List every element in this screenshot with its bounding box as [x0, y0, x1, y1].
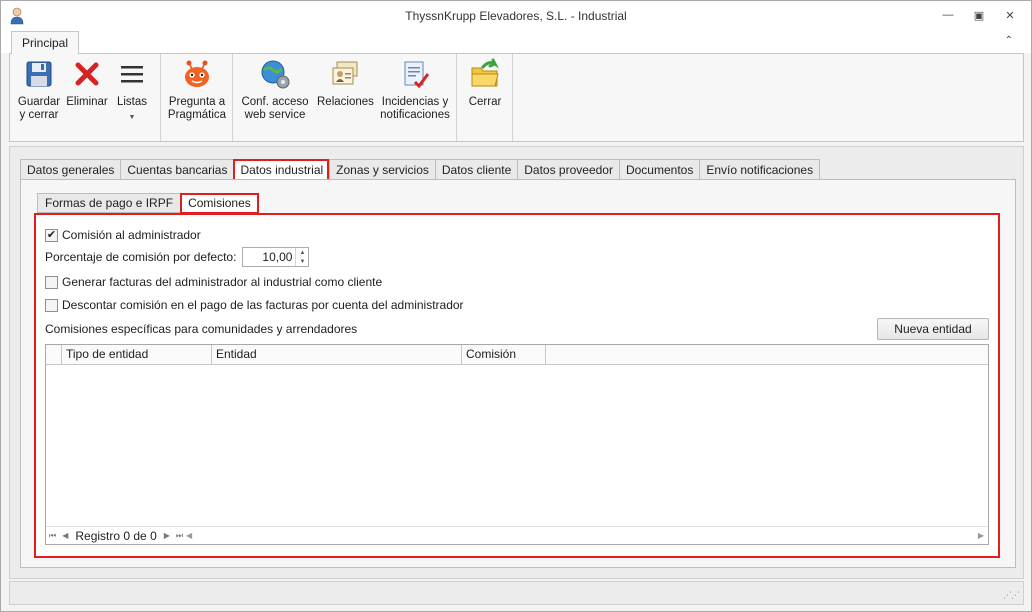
tab-datos-industrial[interactable]: Datos industrial [233, 159, 330, 181]
comision-admin-checkbox[interactable]: ✔ [45, 228, 58, 242]
app-window: ThyssnKrupp Elevadores, S.L. - Industria… [0, 0, 1032, 612]
conf-label: Conf. acceso web service [241, 96, 309, 121]
tab-zonas-servicios[interactable]: Zonas y servicios [329, 159, 435, 180]
descontar-comision-label: Descontar comisión en el pago de las fac… [62, 298, 464, 312]
comisiones-grid[interactable]: Tipo de entidad Entidad Comisión ⏮ ◀ Reg… [45, 344, 989, 545]
close-icon: ✕ [1005, 9, 1015, 22]
porcentaje-spinner[interactable]: 10,00 ▲ ▼ [242, 247, 310, 267]
porcentaje-value[interactable]: 10,00 [243, 248, 295, 266]
tab-datos-generales[interactable]: Datos generales [20, 159, 121, 180]
first-record-icon[interactable]: ⏮ [49, 531, 56, 541]
contact-cards-icon [329, 58, 361, 90]
scroll-left-icon[interactable]: ◀ [186, 531, 192, 540]
minimize-button[interactable]: — [937, 7, 959, 23]
eliminar-button[interactable]: Eliminar [66, 58, 108, 109]
tab-envio-notificaciones[interactable]: Envío notificaciones [699, 159, 821, 180]
chevron-down-icon: ▼ [128, 114, 136, 121]
folder-arrow-icon [469, 58, 501, 90]
title-bar: ThyssnKrupp Elevadores, S.L. - Industria… [1, 1, 1031, 31]
ribbon: Guardar y cerrar Eliminar Listas ▼ Pregu… [9, 53, 1024, 142]
ribbon-tab-principal[interactable]: Principal [11, 31, 80, 54]
status-bar: ⋰⋰ [9, 581, 1024, 605]
col-tipo-entidad[interactable]: Tipo de entidad [62, 345, 212, 364]
especificas-row: Comisiones específicas para comunidades … [45, 322, 357, 336]
pregunta-pragmatica-button[interactable]: Pregunta a Pragmática [167, 58, 227, 122]
generar-facturas-label: Generar facturas del administrador al in… [62, 275, 383, 289]
tab-datos-cliente[interactable]: Datos cliente [434, 159, 518, 180]
ribbon-group-edit: Guardar y cerrar Eliminar Listas ▼ [10, 54, 161, 141]
restore-icon: ▣ [973, 9, 985, 22]
nueva-entidad-button[interactable]: Nueva entidad [877, 318, 989, 340]
close-button[interactable]: ✕ [999, 7, 1021, 23]
scroll-right-icon[interactable]: ▶ [978, 531, 984, 540]
incidencias-button[interactable]: Incidencias y notificaciones [379, 58, 451, 122]
tab-cuentas-bancarias[interactable]: Cuentas bancarias [120, 159, 234, 180]
subtab-comisiones[interactable]: Comisiones [180, 193, 259, 214]
checkmark-icon: ✔ [46, 228, 57, 241]
ribbon-collapse-icon[interactable]: ⌃ [1005, 35, 1013, 46]
delete-x-icon [71, 58, 103, 90]
ribbon-group-close: Cerrar [457, 54, 513, 141]
eliminar-label: Eliminar [66, 96, 108, 108]
last-record-icon[interactable]: ⏭ [176, 531, 183, 541]
porcentaje-row: Porcentaje de comisión por defecto: 10,0… [45, 247, 310, 267]
ribbon-tab-bar: Principal ⌃ [1, 31, 1031, 54]
ribbon-group-config: Conf. acceso web service Relaciones Inci… [233, 54, 457, 141]
comision-admin-row[interactable]: ✔ Comisión al administrador [45, 228, 201, 242]
conf-web-service-button[interactable]: Conf. acceso web service [241, 58, 309, 122]
porcentaje-label: Porcentaje de comisión por defecto: [45, 250, 237, 264]
guardar-label: Guardar y cerrar [17, 96, 61, 121]
globe-gear-icon [259, 58, 291, 90]
descontar-comision-row[interactable]: Descontar comisión en el pago de las fac… [45, 298, 464, 312]
incidencias-label: Incidencias y notificaciones [380, 96, 450, 121]
horizontal-scrollbar[interactable]: ◀ ▶ [186, 530, 984, 541]
pregunta-label: Pregunta a Pragmática [167, 96, 227, 121]
main-tabs: Datos generales Cuentas bancarias Datos … [20, 159, 821, 181]
checklist-icon [399, 58, 431, 90]
listas-label: Listas [116, 96, 148, 108]
guardar-cerrar-button[interactable]: Guardar y cerrar [14, 58, 64, 122]
spin-down-icon[interactable]: ▼ [296, 257, 308, 266]
col-entidad[interactable]: Entidad [212, 345, 462, 364]
tab-documentos[interactable]: Documentos [618, 159, 700, 180]
subtab-formas-pago[interactable]: Formas de pago e IRPF [37, 193, 181, 213]
cerrar-button[interactable]: Cerrar [463, 58, 507, 109]
relaciones-label: Relaciones [317, 96, 374, 108]
ribbon-group-help: Pregunta a Pragmática [161, 54, 233, 141]
restore-button[interactable]: ▣ [968, 7, 990, 23]
save-icon [23, 58, 55, 90]
grid-navigator: ⏮ ◀ Registro 0 de 0 ▶ ⏭ ◀ ▶ [46, 526, 988, 544]
col-comision[interactable]: Comisión [462, 345, 546, 364]
next-record-icon[interactable]: ▶ [164, 531, 170, 540]
minimize-icon: — [942, 9, 954, 21]
comisiones-especificas-label: Comisiones específicas para comunidades … [45, 322, 358, 336]
list-icon [116, 58, 148, 90]
cerrar-label: Cerrar [468, 96, 502, 108]
descontar-comision-checkbox[interactable] [45, 298, 58, 312]
spinner-buttons[interactable]: ▲ ▼ [295, 248, 308, 266]
grid-header: Tipo de entidad Entidad Comisión [46, 345, 988, 365]
listas-button[interactable]: Listas ▼ [112, 58, 152, 124]
sub-tabs: Formas de pago e IRPF Comisiones [37, 193, 259, 214]
robot-icon [181, 58, 213, 90]
generar-facturas-row[interactable]: Generar facturas del administrador al in… [45, 275, 382, 289]
comision-admin-label: Comisión al administrador [62, 228, 201, 242]
resize-grip-icon[interactable]: ⋰⋰ [1003, 590, 1020, 601]
spin-up-icon[interactable]: ▲ [296, 248, 308, 257]
grid-row-indicator-header [46, 345, 62, 364]
generar-facturas-checkbox[interactable] [45, 275, 58, 289]
relaciones-button[interactable]: Relaciones [317, 58, 374, 109]
tab-datos-proveedor[interactable]: Datos proveedor [517, 159, 619, 180]
window-title: ThyssnKrupp Elevadores, S.L. - Industria… [405, 9, 627, 23]
prev-record-icon[interactable]: ◀ [62, 531, 68, 540]
record-counter: Registro 0 de 0 [75, 528, 157, 543]
